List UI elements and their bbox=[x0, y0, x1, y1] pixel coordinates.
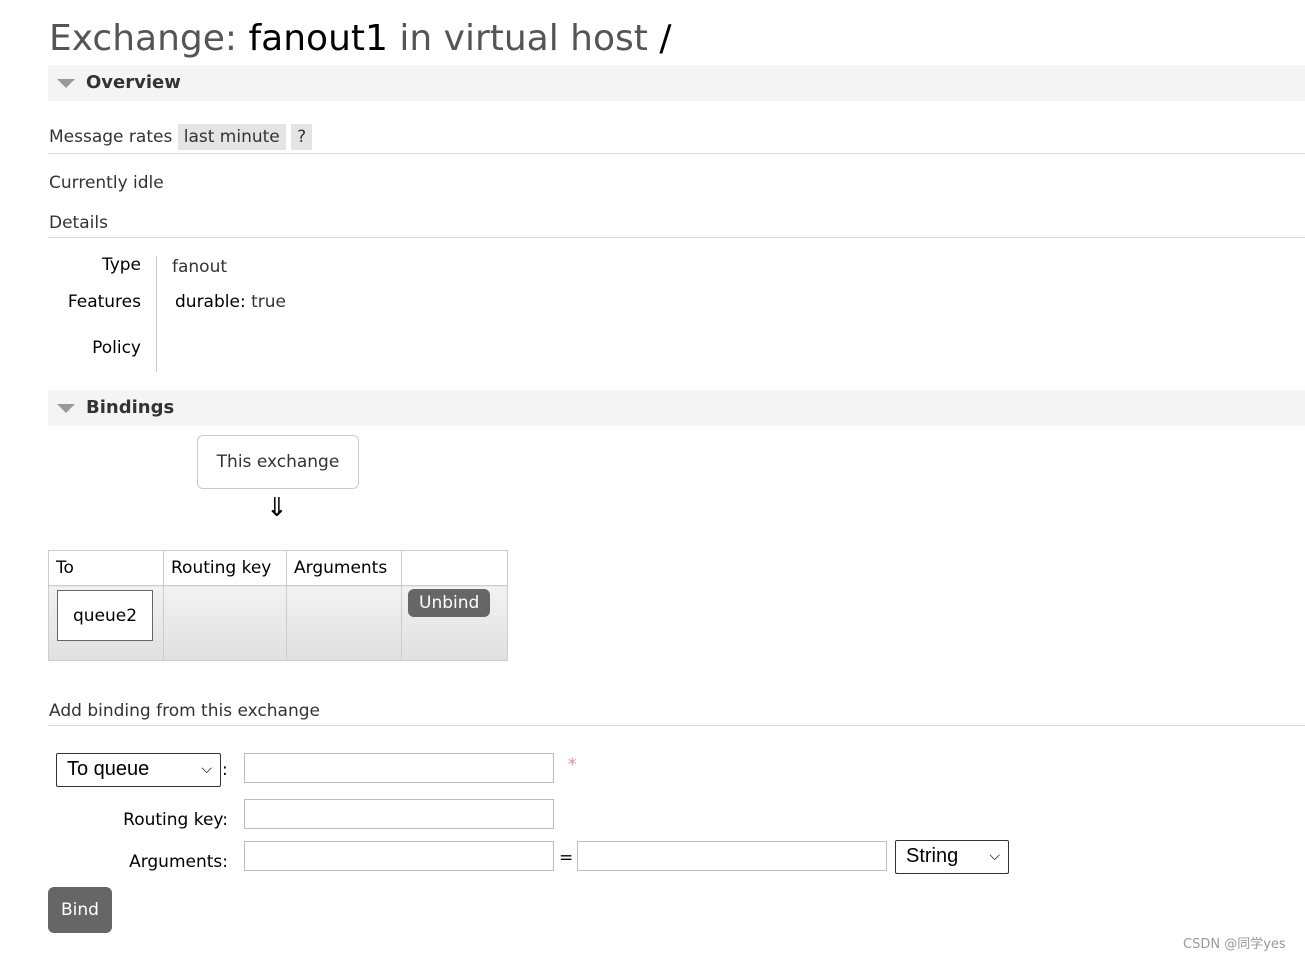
status-text: Currently idle bbox=[49, 173, 164, 193]
column-header-arguments: Arguments bbox=[286, 550, 402, 586]
column-header-to: To bbox=[48, 550, 164, 586]
features-value: true bbox=[251, 292, 286, 312]
destination-input[interactable] bbox=[244, 753, 554, 783]
table-row: queue2 Unbind bbox=[48, 585, 508, 661]
colon: : bbox=[222, 760, 228, 780]
arguments-cell bbox=[286, 585, 402, 661]
destination-type-select[interactable]: To queue ⌵ bbox=[56, 753, 221, 787]
argument-value-input[interactable] bbox=[577, 841, 887, 871]
source-exchange-box: This exchange bbox=[197, 435, 359, 489]
type-label: Type bbox=[101, 255, 141, 275]
collapse-triangle-icon bbox=[57, 404, 75, 413]
bindings-table: To Routing key Arguments queue2 Unbind bbox=[48, 550, 508, 661]
routing-key-input[interactable] bbox=[244, 799, 554, 829]
collapse-triangle-icon bbox=[57, 79, 75, 88]
message-rates-row: Message rates last minute ? bbox=[49, 124, 313, 150]
column-header-routing-key: Routing key bbox=[163, 550, 287, 586]
overview-section-header[interactable]: Overview bbox=[48, 65, 1305, 101]
queue-link[interactable]: queue2 bbox=[57, 590, 153, 641]
column-header-actions bbox=[401, 550, 508, 586]
details-divider bbox=[156, 256, 157, 372]
help-button[interactable]: ? bbox=[291, 124, 313, 150]
argument-type-select[interactable]: String ⌵ bbox=[895, 840, 1009, 874]
chevron-down-icon: ⌵ bbox=[989, 847, 1000, 863]
divider bbox=[48, 237, 1305, 238]
divider bbox=[48, 153, 1305, 154]
message-rates-label: Message rates bbox=[49, 127, 173, 147]
page-title: Exchange: fanout1 in virtual host / bbox=[49, 18, 672, 59]
rate-period-button[interactable]: last minute bbox=[177, 124, 286, 150]
chevron-down-icon: ⌵ bbox=[201, 760, 212, 776]
unbind-button[interactable]: Unbind bbox=[408, 589, 491, 617]
bindings-section-header[interactable]: Bindings bbox=[48, 390, 1305, 426]
down-arrow-icon: ⇓ bbox=[266, 493, 288, 523]
watermark: CSDN @同学yes bbox=[1183, 937, 1286, 952]
argument-key-input[interactable] bbox=[244, 841, 554, 871]
bind-button[interactable]: Bind bbox=[48, 887, 112, 933]
policy-label: Policy bbox=[92, 338, 141, 358]
add-binding-heading: Add binding from this exchange bbox=[49, 701, 320, 721]
features-label: Features bbox=[67, 292, 141, 312]
divider bbox=[48, 725, 1305, 726]
equals-sign: = bbox=[559, 848, 574, 868]
routing-key-label: Routing key: bbox=[123, 810, 228, 830]
routing-key-cell bbox=[163, 585, 287, 661]
required-mark: * bbox=[568, 755, 577, 775]
bindings-heading: Bindings bbox=[86, 397, 175, 418]
details-heading: Details bbox=[49, 213, 108, 233]
overview-heading: Overview bbox=[86, 72, 181, 93]
arguments-label: Arguments: bbox=[129, 852, 228, 872]
features-key: durable: bbox=[175, 292, 246, 312]
type-value: fanout bbox=[172, 257, 228, 277]
